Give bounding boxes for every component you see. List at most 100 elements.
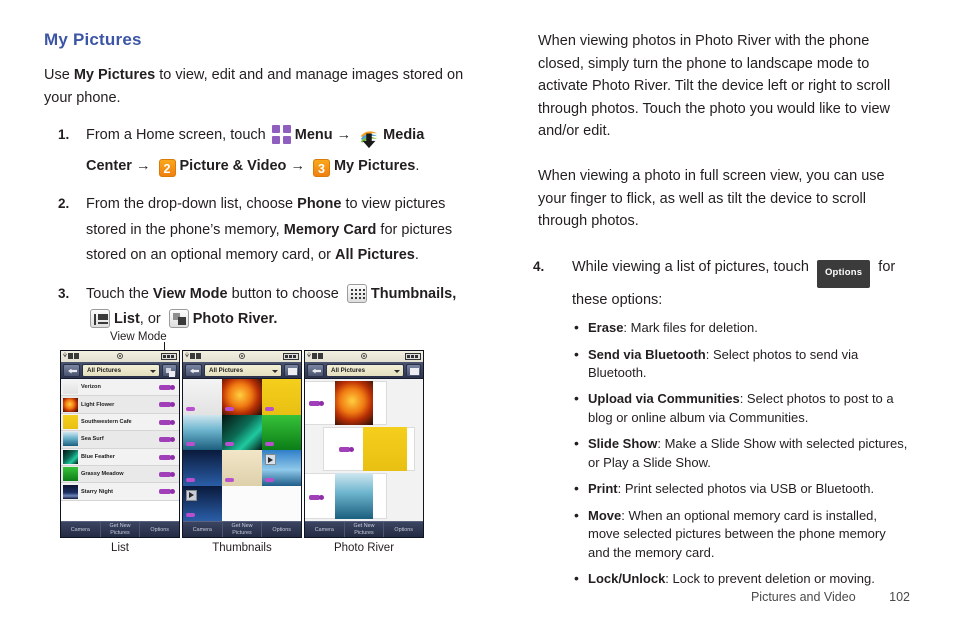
thumbnail-cell[interactable] bbox=[183, 414, 223, 450]
thumbnail-cell[interactable] bbox=[222, 414, 262, 450]
status-center-icon bbox=[239, 353, 245, 359]
phone-bottom-toolbar: Camera Get New Pictures Options bbox=[305, 521, 423, 537]
option-desc: : Lock to prevent deletion or moving. bbox=[665, 571, 875, 587]
camera-button[interactable]: Camera bbox=[61, 522, 101, 537]
phone-top-toolbar[interactable]: All Pictures bbox=[305, 362, 423, 379]
step-2: 2. From the drop-down list, choose Phone… bbox=[44, 192, 464, 269]
item-thumbnail bbox=[63, 484, 78, 499]
caption-thumbnails: Thumbnails bbox=[212, 542, 272, 554]
phone-screenshots-figure: All Pictures Verizon Light Flower Southw… bbox=[60, 350, 440, 560]
left-column: My Pictures Use My Pictures to view, edi… bbox=[44, 30, 464, 346]
picture-source-dropdown[interactable]: All Pictures bbox=[326, 363, 404, 377]
back-button[interactable] bbox=[185, 363, 202, 377]
options-button-chip[interactable]: Options bbox=[816, 259, 871, 288]
get-new-pictures-button[interactable]: Get New Pictures bbox=[345, 522, 385, 537]
list-item[interactable]: Sea Surf bbox=[61, 431, 179, 449]
picture-source-dropdown[interactable]: All Pictures bbox=[204, 363, 282, 377]
thumbnail-cell[interactable] bbox=[222, 450, 262, 486]
get-new-pictures-button[interactable]: Get New Pictures bbox=[101, 522, 141, 537]
phone-option: Phone bbox=[297, 196, 342, 213]
manual-page: My Pictures Use My Pictures to view, edi… bbox=[0, 0, 954, 636]
key-icon bbox=[186, 477, 195, 482]
battery-icon bbox=[283, 353, 299, 360]
key-icon bbox=[309, 495, 324, 500]
my-pictures-label: My Pictures bbox=[333, 157, 416, 174]
phone-top-toolbar[interactable]: All Pictures bbox=[183, 362, 301, 379]
steps-list: 1. From a Home screen, touch Menu → Medi… bbox=[44, 123, 464, 333]
photo-river-paragraph-2: When viewing a photo in full screen view… bbox=[538, 168, 885, 230]
chevron-down-icon bbox=[394, 369, 400, 373]
thumbnail-cell[interactable] bbox=[183, 379, 223, 415]
thumbnail-cell[interactable] bbox=[183, 450, 223, 486]
options-button[interactable]: Options bbox=[262, 522, 301, 537]
caption-list: List bbox=[111, 542, 129, 554]
thumbnail-cell[interactable] bbox=[261, 379, 301, 415]
river-photo[interactable] bbox=[335, 473, 373, 519]
signal-icons bbox=[63, 352, 79, 359]
thumbnails-screen bbox=[183, 379, 301, 521]
river-photo[interactable] bbox=[335, 381, 373, 425]
status-center-icon bbox=[117, 353, 123, 359]
photo-river-view-icon bbox=[168, 309, 189, 329]
right-column: When viewing photos in Photo River with … bbox=[533, 30, 910, 597]
thumbnail-cell-video[interactable] bbox=[261, 450, 301, 486]
step-2-text-a: From the drop-down list, choose bbox=[86, 196, 298, 213]
key-icon bbox=[225, 442, 235, 446]
thumbnail-cell[interactable] bbox=[222, 379, 262, 415]
list-word: List bbox=[114, 311, 140, 328]
chevron-down-icon bbox=[150, 369, 156, 373]
step-1-period: . bbox=[415, 157, 420, 174]
item-label: Verizon bbox=[81, 384, 101, 391]
chevron-down-icon bbox=[272, 369, 278, 373]
battery-icon bbox=[405, 353, 421, 360]
list-item[interactable]: Blue Feather bbox=[61, 448, 179, 466]
option-term: Erase bbox=[588, 320, 624, 336]
play-icon bbox=[264, 454, 276, 465]
options-button[interactable]: Options bbox=[140, 522, 179, 537]
menu-grid-icon bbox=[271, 125, 291, 145]
intro-paragraph: Use My Pictures to view, edit and and ma… bbox=[44, 64, 464, 109]
get-new-pictures-button[interactable]: Get New Pictures bbox=[223, 522, 263, 537]
item-thumbnail bbox=[63, 467, 78, 482]
options-button[interactable]: Options bbox=[384, 522, 423, 537]
thumbnail-cell-video[interactable] bbox=[183, 485, 223, 521]
view-mode-button[interactable] bbox=[406, 363, 421, 377]
item-label: Sea Surf bbox=[81, 436, 104, 443]
item-label: Southwestern Cafe bbox=[81, 418, 132, 425]
view-mode-callout: View Mode bbox=[110, 327, 167, 366]
option-term: Send via Bluetooth bbox=[588, 346, 706, 362]
status-bar bbox=[183, 351, 301, 362]
camera-button[interactable]: Camera bbox=[305, 522, 345, 537]
step-3-text-b: button to choose bbox=[227, 285, 343, 302]
list-item[interactable]: Verizon bbox=[61, 379, 179, 397]
option-slide-show: Slide Show: Make a Slide Show with selec… bbox=[572, 434, 910, 472]
back-button[interactable] bbox=[63, 363, 80, 377]
list-item[interactable]: Grassy Meadow bbox=[61, 465, 179, 484]
back-button[interactable] bbox=[307, 363, 324, 377]
picture-source-dropdown[interactable]: All Pictures bbox=[82, 363, 160, 377]
item-label: Blue Feather bbox=[81, 453, 115, 460]
view-mode-button[interactable] bbox=[284, 363, 299, 377]
list-item[interactable]: Light Flower bbox=[61, 396, 179, 414]
thumbnail-cell[interactable] bbox=[261, 414, 301, 450]
view-mode-button[interactable] bbox=[162, 363, 177, 377]
dropdown-value: All Pictures bbox=[331, 366, 366, 374]
page-footer: Pictures and Video 102 bbox=[751, 590, 910, 604]
footer-page-number: 102 bbox=[889, 590, 910, 604]
step-1-number: 1. bbox=[58, 127, 70, 143]
list-item[interactable]: Starry Night bbox=[61, 483, 179, 501]
river-photo[interactable] bbox=[363, 427, 407, 471]
step-3-or: , or bbox=[139, 311, 165, 328]
signal-icons bbox=[185, 352, 201, 359]
camera-button[interactable]: Camera bbox=[183, 522, 223, 537]
phone-top-toolbar[interactable]: All Pictures bbox=[61, 362, 179, 379]
step-3: 3. Touch the View Mode button to choose … bbox=[44, 282, 464, 333]
key-icon bbox=[159, 437, 175, 443]
photo-river-paragraph-1: When viewing photos in Photo River with … bbox=[538, 33, 891, 140]
list-item[interactable]: Southwestern Cafe bbox=[61, 413, 179, 432]
key-icon bbox=[186, 513, 195, 517]
option-term: Move bbox=[588, 507, 622, 523]
photo-river-word: Photo River. bbox=[192, 311, 278, 328]
option-desc: : Mark files for deletion. bbox=[623, 320, 758, 336]
item-thumbnail bbox=[63, 380, 78, 395]
